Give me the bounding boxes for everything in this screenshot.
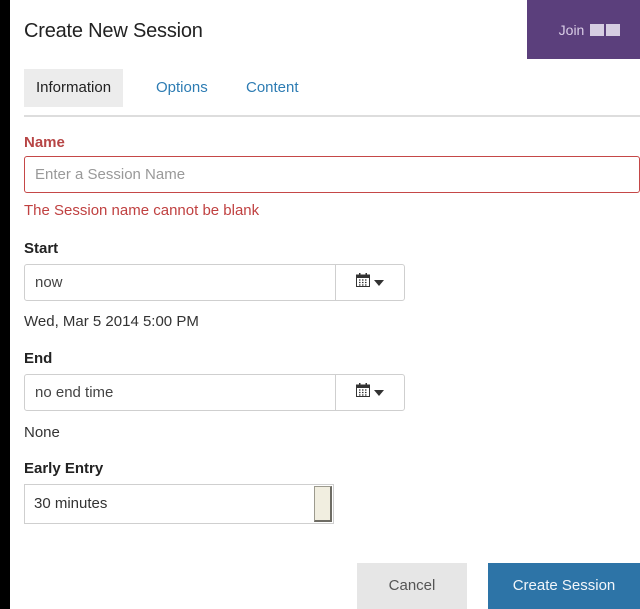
session-name-input[interactable]: [24, 156, 640, 193]
caret-down-icon: [374, 389, 384, 396]
early-entry-label: Early Entry: [24, 460, 104, 477]
join-button[interactable]: Join: [527, 0, 640, 59]
start-label: Start: [24, 240, 59, 257]
early-entry-value: 30 minutes: [34, 495, 108, 512]
start-date-picker-button[interactable]: [335, 264, 405, 301]
end-resolved-time: None: [24, 424, 60, 441]
dialog-title: Create New Session: [24, 20, 203, 42]
tab-information[interactable]: Information: [24, 69, 124, 107]
end-time-input[interactable]: [24, 374, 336, 411]
join-label: Join: [558, 21, 585, 38]
end-date-picker-button[interactable]: [335, 374, 405, 411]
caret-down-icon: [374, 279, 384, 286]
screen-share-icon: [590, 23, 621, 36]
calendar-icon: [356, 383, 370, 402]
end-label: End: [24, 350, 53, 367]
start-resolved-time: Wed, Mar 5 2014 5:00 PM: [24, 313, 199, 330]
early-entry-select[interactable]: 30 minutes: [24, 484, 334, 524]
tab-content[interactable]: Content: [246, 69, 299, 107]
cancel-button[interactable]: Cancel: [357, 563, 467, 609]
create-session-button[interactable]: Create Session: [488, 563, 640, 609]
start-time-input[interactable]: [24, 264, 336, 301]
select-dropdown-handle[interactable]: [314, 486, 332, 522]
name-error-message: The Session name cannot be blank: [24, 202, 260, 219]
name-label: Name: [24, 134, 65, 151]
tab-options[interactable]: Options: [156, 69, 208, 107]
calendar-icon: [356, 273, 370, 292]
tab-divider: [24, 115, 640, 117]
create-session-dialog: Create New Session Join Information Opti…: [10, 0, 640, 609]
